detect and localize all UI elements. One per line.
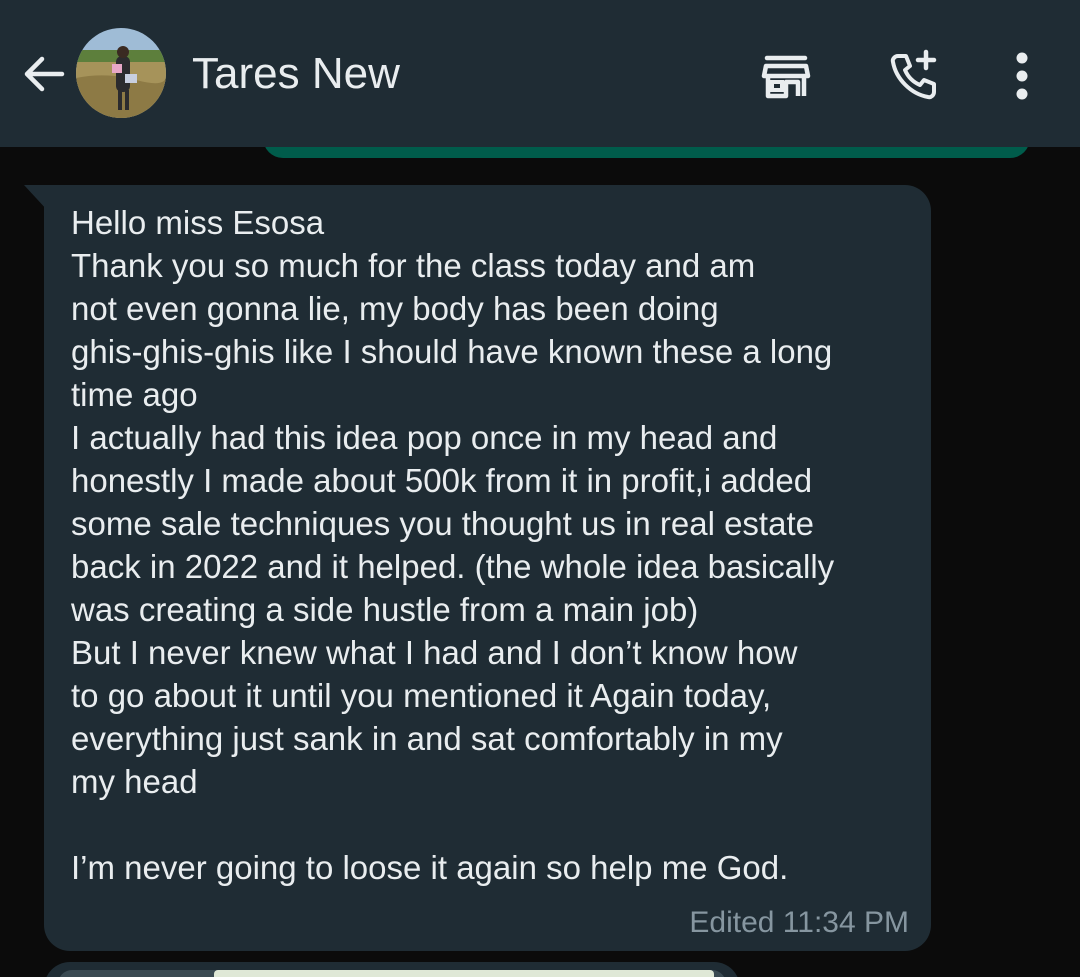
chat-screen: Tares New Hello miss Esosa Thank you so … <box>0 0 1080 977</box>
contact-name[interactable]: Tares New <box>192 48 400 100</box>
message-timestamp: Edited 11:34 PM <box>689 906 909 939</box>
incoming-message-bubble[interactable]: Hello miss Esosa Thank you so much for t… <box>44 185 931 951</box>
chat-header: Tares New <box>0 0 1080 147</box>
quoted-preview <box>58 970 726 977</box>
media-thumbnail <box>214 970 714 977</box>
avatar-photo <box>76 28 166 118</box>
back-arrow-icon[interactable] <box>18 48 70 100</box>
more-vert-icon[interactable] <box>994 46 1050 106</box>
store-icon[interactable] <box>756 46 816 106</box>
add-call-icon[interactable] <box>884 46 944 106</box>
message-text: Hello miss Esosa Thank you so much for t… <box>71 204 835 886</box>
next-incoming-message[interactable] <box>44 962 740 977</box>
contact-avatar[interactable] <box>76 28 166 118</box>
